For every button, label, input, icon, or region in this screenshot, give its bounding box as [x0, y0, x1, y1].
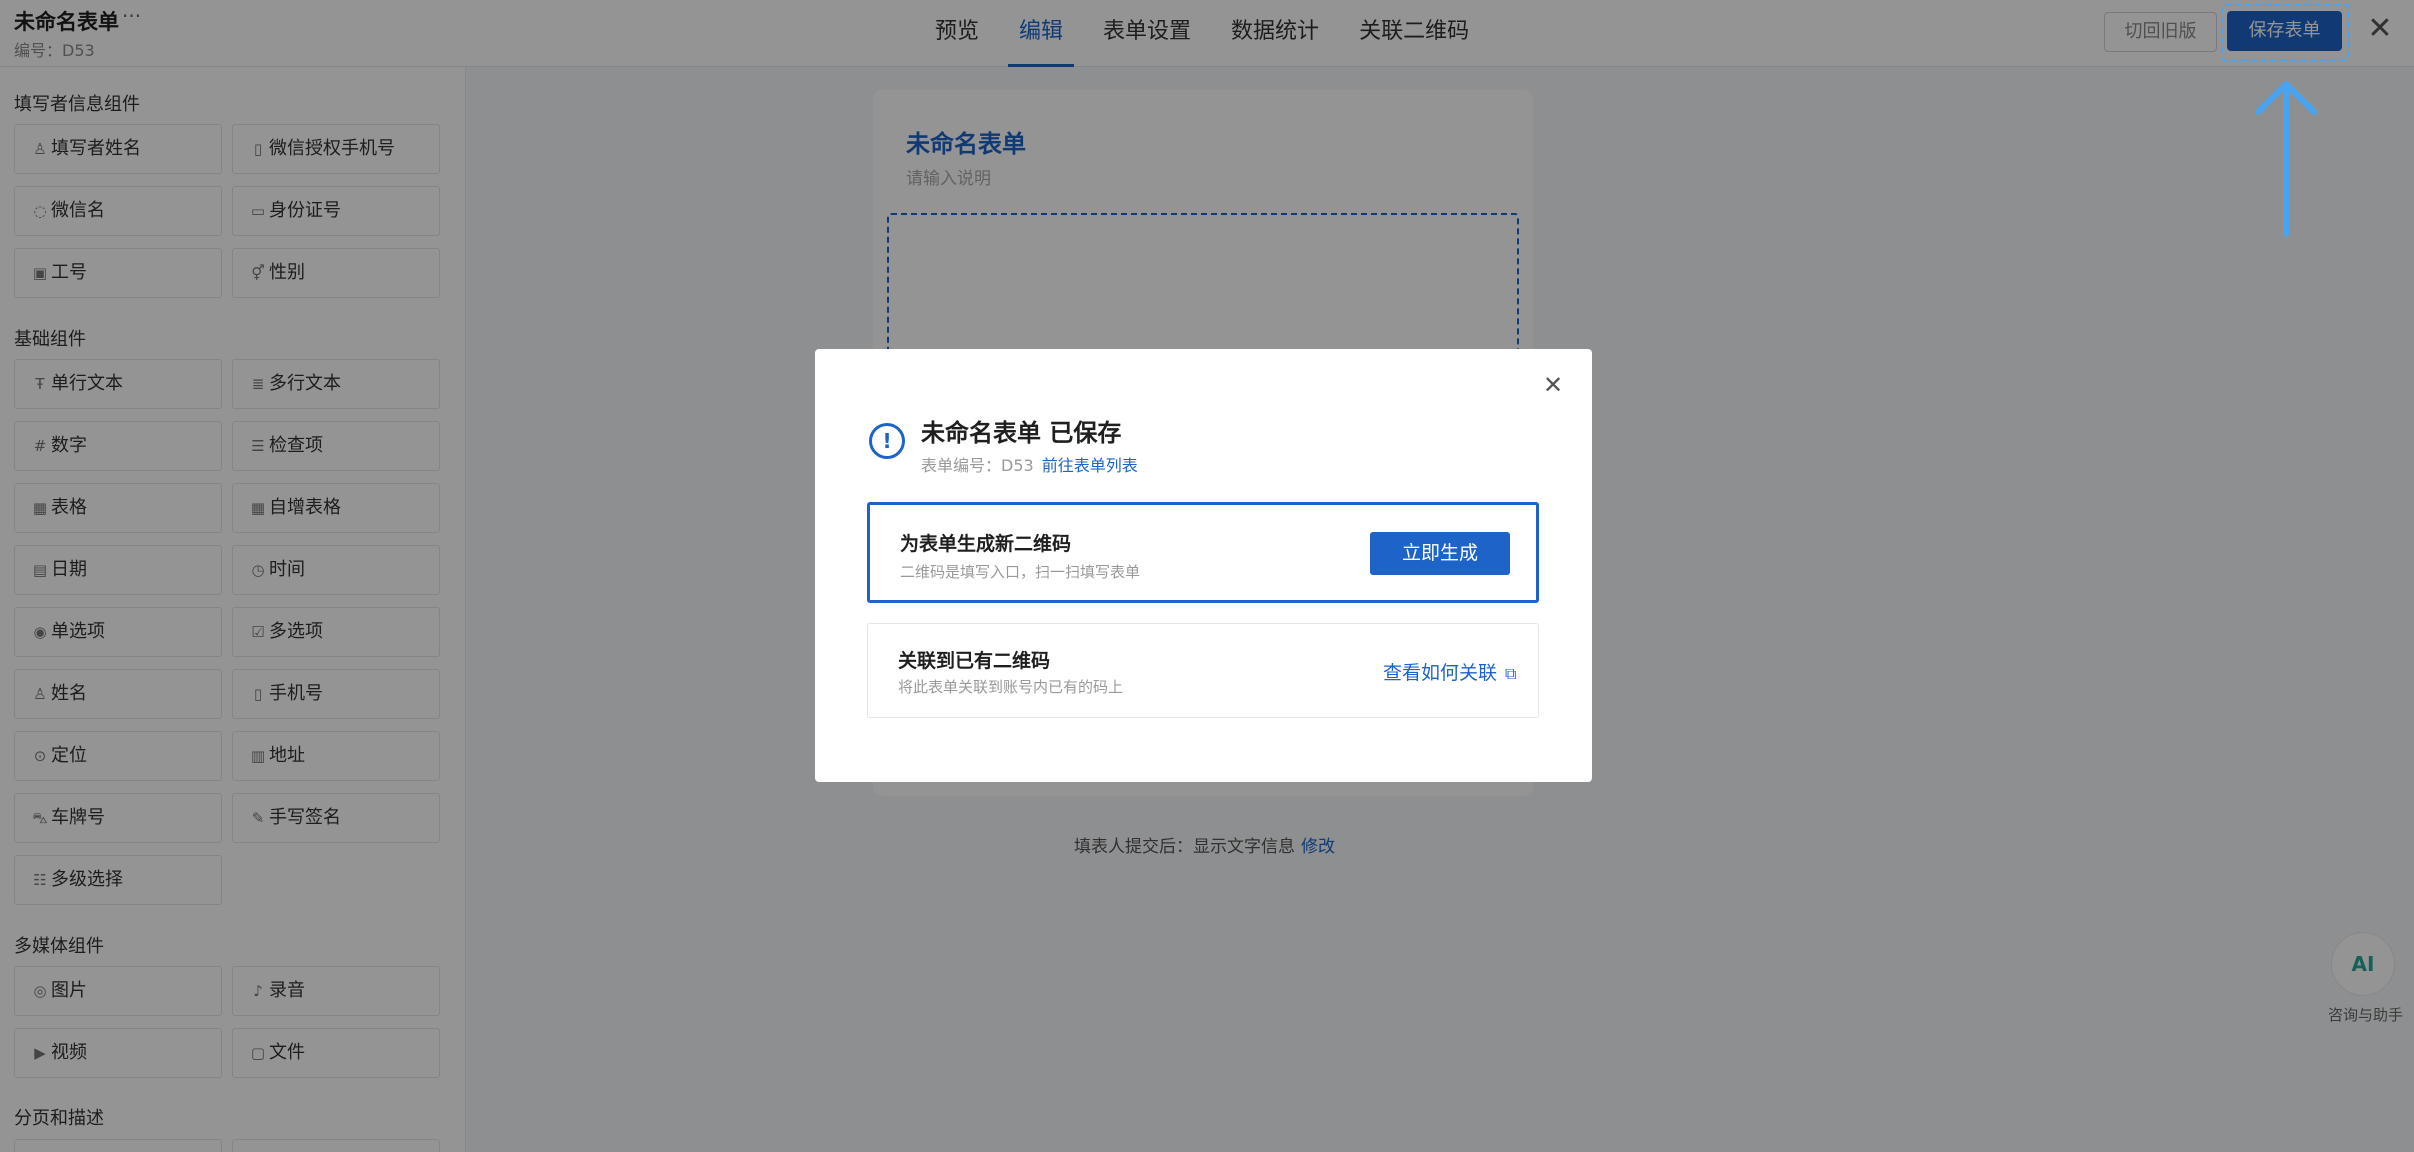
new-qrcode-option[interactable]: 为表单生成新二维码 二维码是填写入口，扫一扫填写表单 立即生成: [867, 502, 1539, 603]
form-list-link[interactable]: 前往表单列表: [1042, 456, 1138, 475]
link-existing-qrcode-option[interactable]: 关联到已有二维码 将此表单关联到账号内已有的码上 查看如何关联 ⧉: [867, 623, 1539, 718]
option-title: 为表单生成新二维码: [900, 533, 1072, 555]
option-description: 将此表单关联到账号内已有的码上: [898, 678, 1124, 696]
option-title: 关联到已有二维码: [898, 650, 1051, 672]
how-to-link-link[interactable]: 查看如何关联 ⧉: [1383, 658, 1516, 685]
dialog-title: 未命名表单 已保存: [921, 419, 1122, 447]
info-icon: !: [869, 423, 905, 459]
close-icon[interactable]: ✕: [1543, 371, 1563, 399]
saved-dialog: ✕ ! 未命名表单 已保存 表单编号：D53 前往表单列表 为表单生成新二维码 二…: [815, 349, 1592, 782]
dialog-subtitle: 表单编号：D53 前往表单列表: [921, 452, 1138, 476]
option-description: 二维码是填写入口，扫一扫填写表单: [900, 563, 1141, 581]
external-link-icon: ⧉: [1505, 664, 1517, 683]
arrow-up-icon: [2255, 81, 2317, 237]
generate-now-button[interactable]: 立即生成: [1370, 532, 1510, 575]
form-code-text: 表单编号：D53: [921, 456, 1034, 475]
